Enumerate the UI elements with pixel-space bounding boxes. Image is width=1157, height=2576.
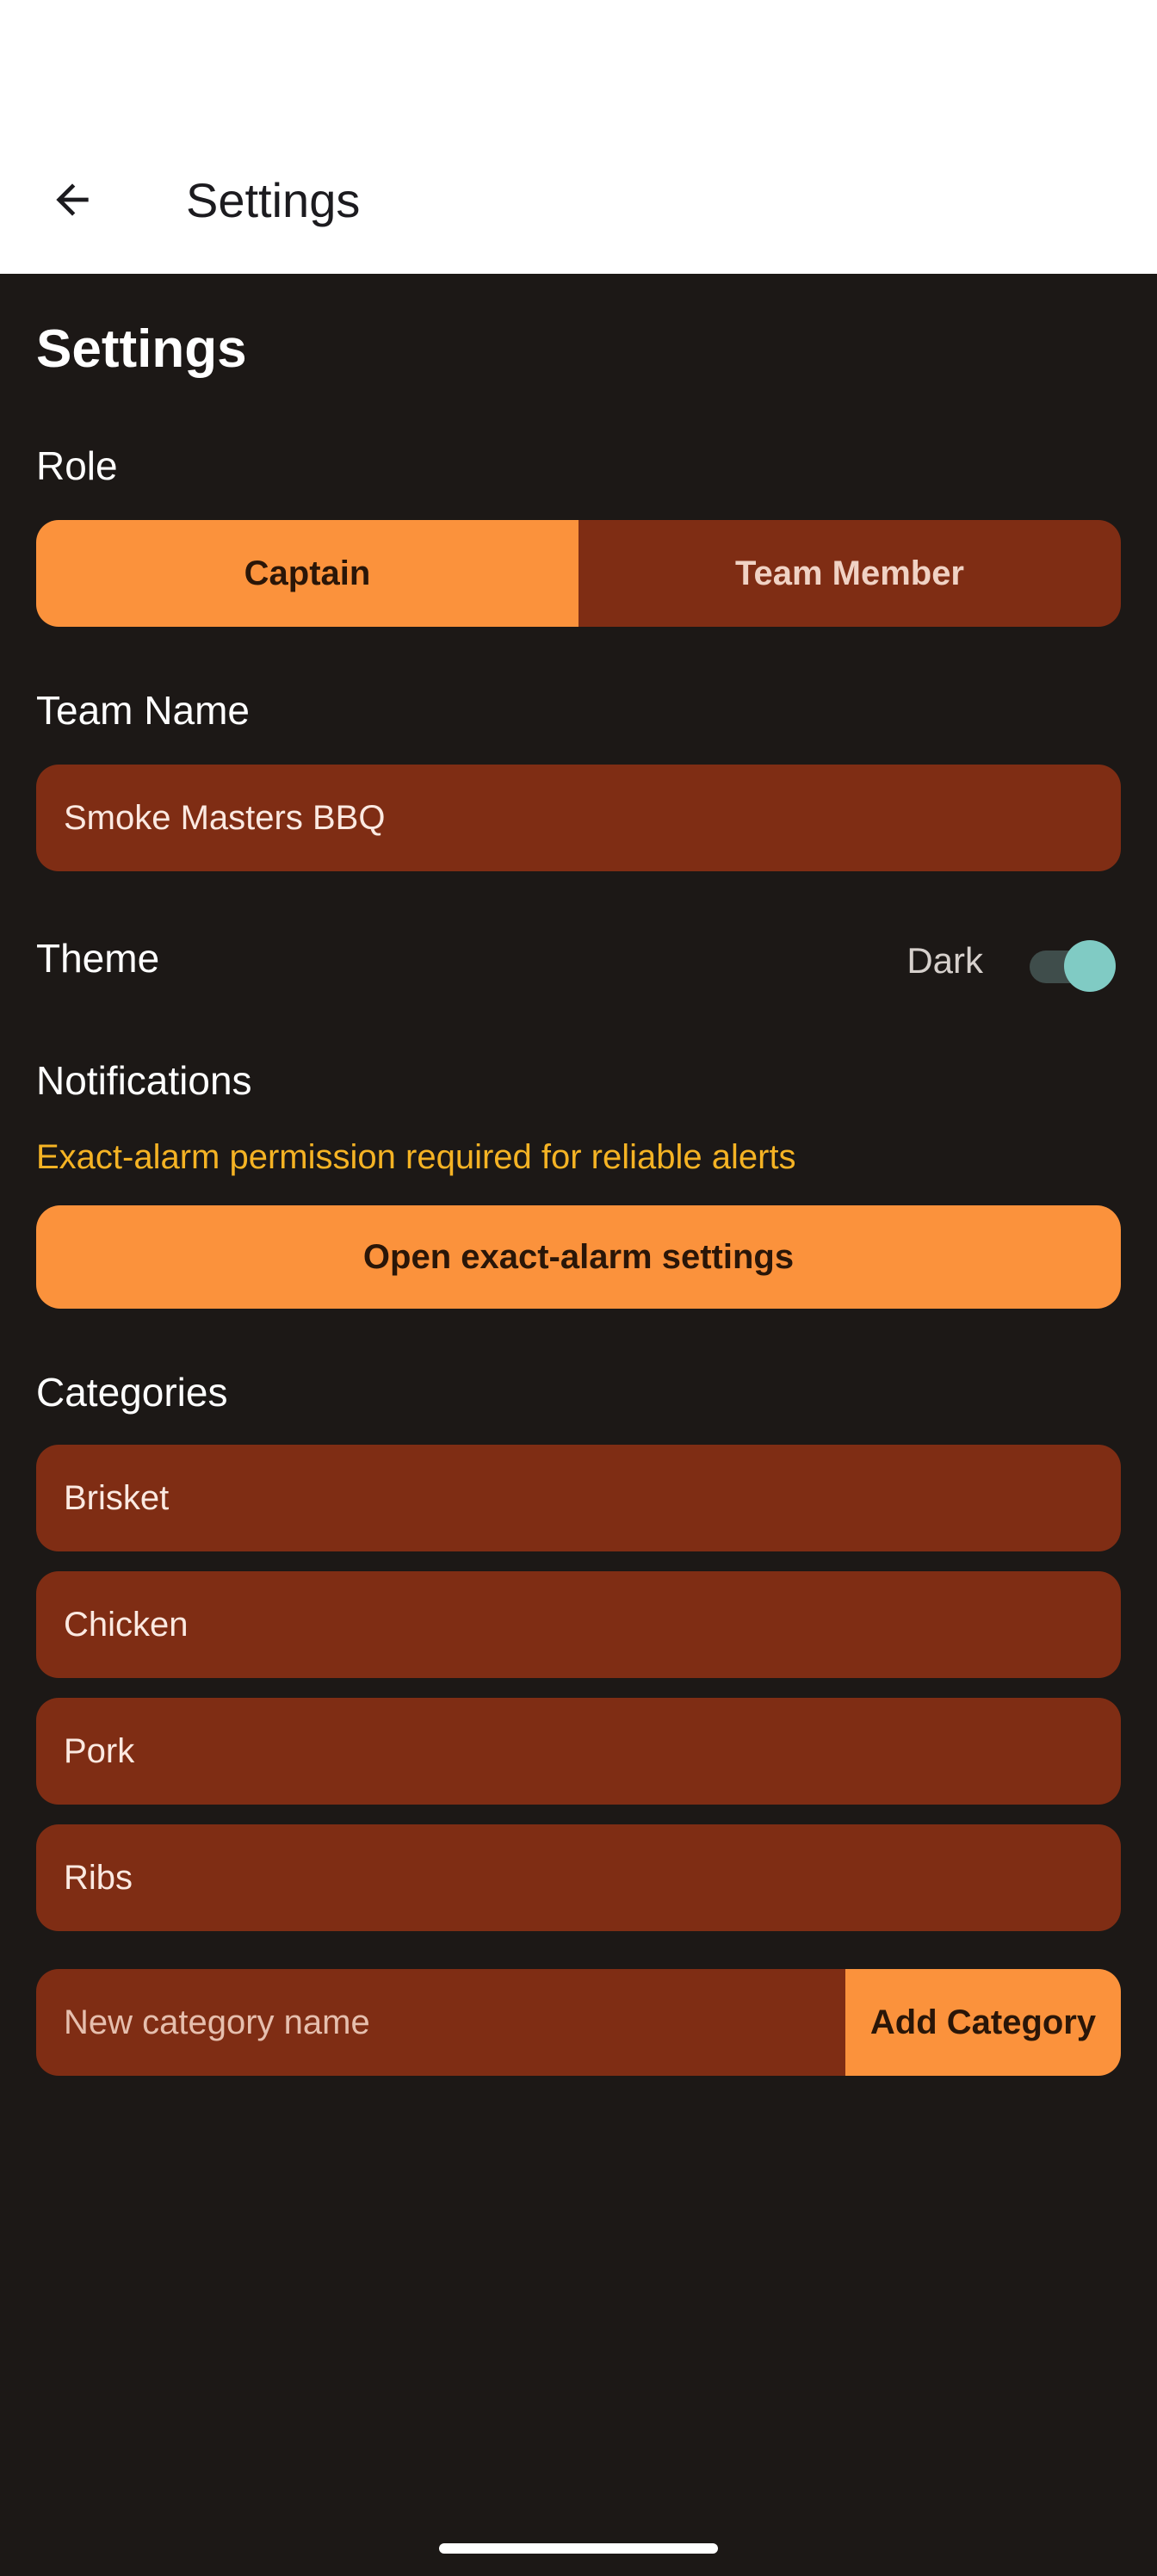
app-bar-title: Settings [186,173,361,227]
back-button[interactable] [36,164,108,236]
theme-label: Theme [36,936,160,981]
add-category-row: Add Category [36,1969,1121,2076]
top-app-bar: Settings [0,0,1157,274]
arrow-left-icon [56,183,89,216]
exact-alarm-warning: Exact-alarm permission required for reli… [36,1138,796,1176]
category-item-pork[interactable]: Pork [36,1698,1121,1805]
team-name-field[interactable]: Smoke Masters BBQ [36,765,1121,871]
page-title: Settings [36,319,247,379]
add-category-button[interactable]: Add Category [845,1969,1121,2076]
open-exact-alarm-settings-button[interactable]: Open exact-alarm settings [36,1205,1121,1309]
notifications-label: Notifications [36,1058,252,1103]
new-category-input[interactable] [36,1969,845,2076]
settings-content: Settings Role Captain Team Member Team N… [0,274,1157,2576]
role-option-team-member[interactable]: Team Member [578,520,1121,627]
home-indicator [439,2543,718,2554]
toggle-thumb [1064,940,1116,992]
category-item-chicken[interactable]: Chicken [36,1571,1121,1678]
theme-toggle[interactable] [1030,940,1116,992]
category-item-brisket[interactable]: Brisket [36,1445,1121,1551]
role-option-captain[interactable]: Captain [36,520,578,627]
team-name-label: Team Name [36,688,250,733]
category-item-ribs[interactable]: Ribs [36,1824,1121,1931]
role-selector: Captain Team Member [36,520,1121,627]
categories-label: Categories [36,1370,228,1415]
theme-value: Dark [906,940,983,981]
role-label: Role [36,443,118,488]
